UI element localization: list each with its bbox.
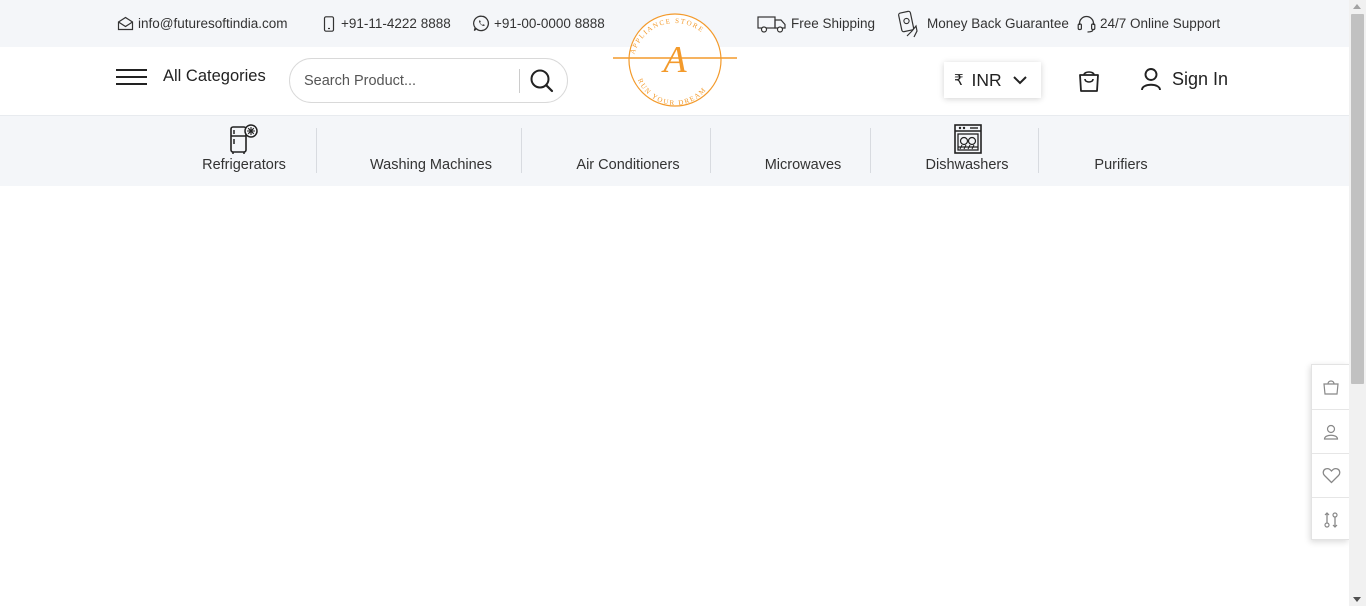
vertical-scrollbar[interactable]: [1349, 0, 1366, 606]
truck-icon: [757, 15, 786, 33]
side-compare-button[interactable]: [1312, 497, 1350, 541]
category-purifiers[interactable]: Purifiers: [1081, 116, 1161, 186]
refrigerator-icon: [230, 124, 258, 154]
free-shipping-text: Free Shipping: [791, 16, 876, 31]
category-washing-machines[interactable]: Washing Machines: [361, 116, 501, 186]
dishwasher-icon: [954, 124, 982, 154]
heart-icon: [1322, 468, 1340, 484]
user-icon: [1141, 68, 1161, 91]
sign-in-label: Sign In: [1172, 68, 1229, 89]
money-back-text: Money Back Guarantee: [927, 16, 1069, 31]
category-label: Washing Machines: [370, 157, 492, 173]
category-divider: [870, 128, 871, 173]
category-divider: [1038, 128, 1039, 173]
mobile-phone-icon: [323, 15, 335, 32]
email-link[interactable]: info@futuresoftindia.com: [117, 0, 288, 47]
whatsapp-icon: [473, 15, 490, 32]
email-text: info@futuresoftindia.com: [138, 16, 288, 31]
currency-selector[interactable]: ₹ INR: [944, 62, 1041, 98]
currency-symbol: ₹: [954, 72, 964, 89]
online-support: 24/7 Online Support: [1077, 0, 1220, 47]
free-shipping: Free Shipping: [757, 0, 875, 47]
search-divider: [519, 69, 520, 93]
scrollbar-thumb[interactable]: [1351, 14, 1364, 384]
search-input[interactable]: [304, 70, 514, 92]
category-label: Air Conditioners: [576, 157, 680, 173]
currency-code: INR: [971, 69, 1002, 90]
cart-icon: [1323, 380, 1339, 395]
money-hand-icon: [898, 10, 918, 37]
category-label: Microwaves: [764, 157, 842, 173]
headset-icon: [1077, 15, 1096, 33]
shopping-bag-icon[interactable]: [1076, 68, 1102, 94]
logo-letter: A: [660, 39, 687, 81]
side-cart-button[interactable]: [1312, 365, 1350, 409]
compare-icon: [1324, 511, 1338, 528]
money-back-guarantee: Money Back Guarantee: [897, 0, 1069, 47]
scroll-up-arrow-icon[interactable]: [1353, 4, 1361, 9]
category-label: Dishwashers: [925, 157, 1009, 173]
category-divider: [521, 128, 522, 173]
whatsapp-text: +91-00-0000 8888: [494, 16, 605, 31]
hamburger-menu-icon: [116, 68, 147, 86]
scroll-down-arrow-icon[interactable]: [1353, 597, 1361, 602]
side-wishlist-button[interactable]: [1312, 453, 1350, 497]
whatsapp-link[interactable]: +91-00-0000 8888: [473, 0, 605, 47]
chevron-down-icon: [1012, 76, 1027, 85]
category-refrigerators[interactable]: Refrigerators: [194, 116, 294, 186]
sign-in-button[interactable]: Sign In: [1140, 67, 1228, 91]
all-categories-button[interactable]: All Categories: [116, 67, 266, 86]
appliance-store-logo[interactable]: APPLIANCE STORE RUN YOUR DREAM A: [613, 10, 737, 108]
all-categories-label: All Categories: [163, 67, 266, 85]
category-divider: [710, 128, 711, 173]
phone-text: +91-11-4222 8888: [341, 16, 451, 31]
mail-icon: [117, 16, 134, 31]
category-bar: Refrigerators Washing Machines Air Condi…: [0, 116, 1349, 186]
online-support-text: 24/7 Online Support: [1100, 16, 1221, 31]
search-icon[interactable]: [528, 67, 556, 95]
user-icon: [1323, 424, 1339, 440]
floating-side-toolbar: [1311, 364, 1350, 541]
category-divider: [316, 128, 317, 173]
category-microwaves[interactable]: Microwaves: [753, 116, 853, 186]
category-air-conditioners[interactable]: Air Conditioners: [563, 116, 693, 186]
side-account-button[interactable]: [1312, 409, 1350, 453]
category-dishwashers[interactable]: Dishwashers: [917, 116, 1017, 186]
category-label: Purifiers: [1094, 157, 1148, 173]
phone-link[interactable]: +91-11-4222 8888: [323, 0, 451, 47]
search-box: [289, 58, 568, 103]
category-label: Refrigerators: [202, 157, 286, 173]
